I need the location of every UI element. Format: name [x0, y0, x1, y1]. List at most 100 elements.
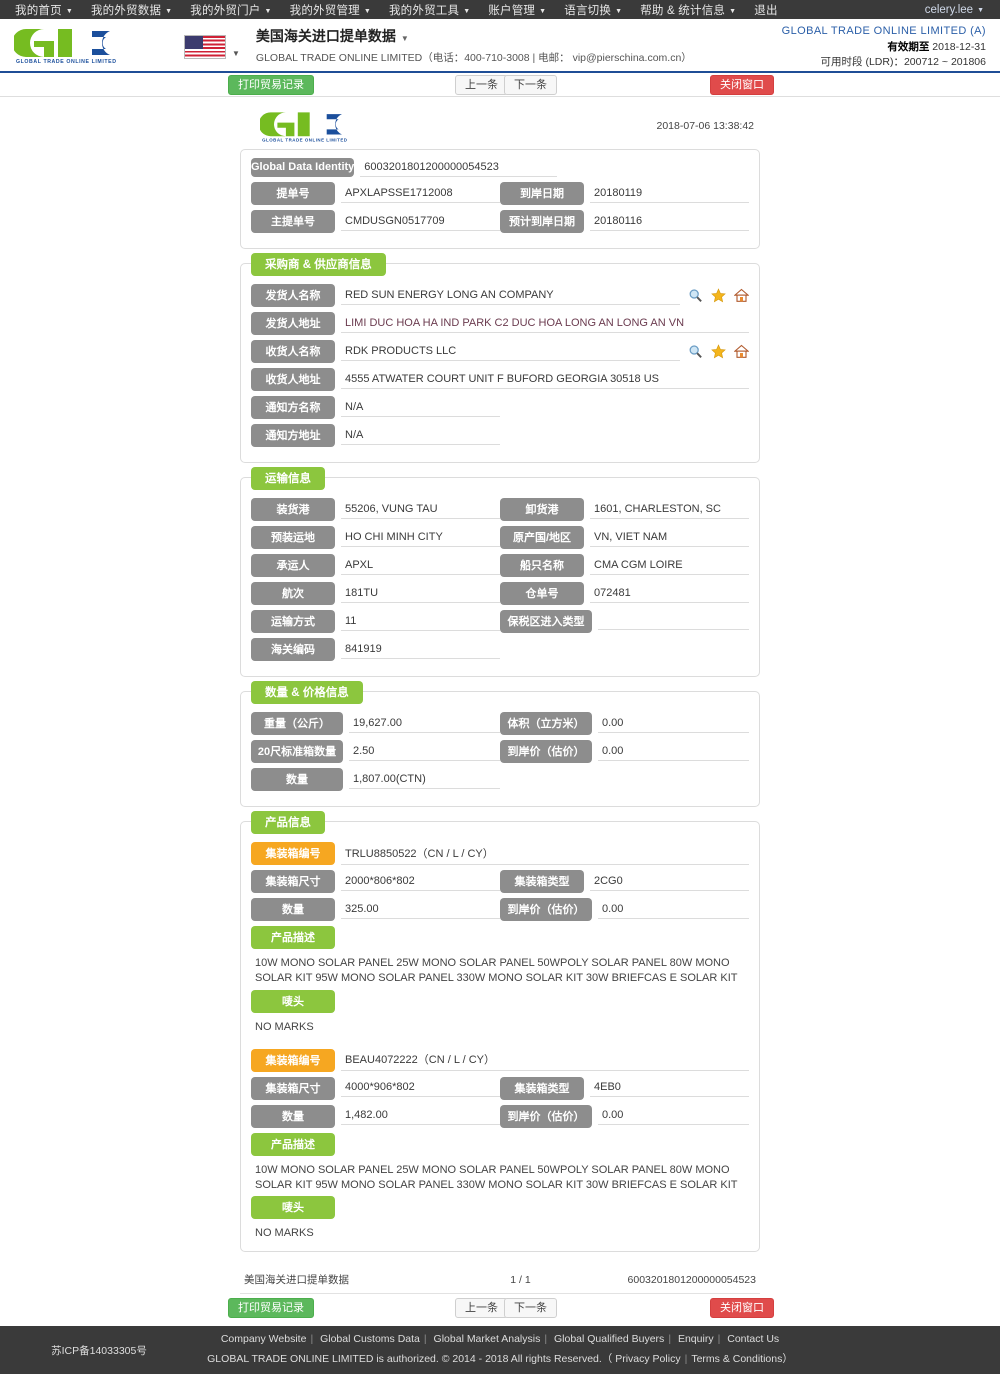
volume-label: 体积（立方米） [500, 712, 592, 735]
nav-item-language[interactable]: 语言切换 ▼ [555, 2, 631, 18]
cif-label: 到岸价（估价） [500, 740, 592, 763]
nav-item-trade-management[interactable]: 我的外贸管理 ▼ [281, 2, 380, 18]
footer-separator: | [684, 1353, 688, 1366]
top-navigation-bar: 我的首页 ▼ 我的外贸数据 ▼ 我的外贸门户 ▼ 我的外贸管理 ▼ 我的外贸工具 ▼ 账户… [0, 0, 1000, 19]
nav-item-trade-portal[interactable]: 我的外贸门户 ▼ [181, 2, 280, 18]
document-page-indicator: 1 / 1 [510, 1273, 531, 1286]
nav-label: 退出 [754, 4, 778, 17]
quantity-value: 1,807.00(CTN) [349, 771, 500, 789]
previous-record-button[interactable]: 上一条 [455, 1298, 508, 1319]
star-icon[interactable] [711, 288, 726, 303]
consignee-address-label: 收货人地址 [251, 368, 335, 391]
footer-links: Company Website | Global Customs Data | Gl… [184, 1330, 816, 1350]
footer-content: Company Website | Global Customs Data | Gl… [184, 1330, 816, 1370]
bill-no-label: 提单号 [251, 182, 335, 205]
icp-license: 苏ICP备14033305号 [51, 1344, 147, 1357]
footer-link-global-qualified-buyers[interactable]: Global Qualified Buyers [554, 1333, 664, 1345]
voyage-value: 181TU [341, 585, 500, 603]
parties-section-title: 采购商 & 供应商信息 [251, 253, 386, 276]
shipper-name-label: 发货人名称 [251, 284, 335, 307]
validity-value: 2018-12-31 [932, 40, 986, 53]
product-quantity-label: 数量 [251, 898, 335, 921]
footer-separator: | [310, 1333, 314, 1346]
arrival-date-label: 到岸日期 [500, 182, 584, 205]
copyright-text-post: ） [782, 1353, 793, 1366]
loading-port-value: 55206, VUNG TAU [341, 501, 500, 519]
container-size-label: 集装箱尺寸 [251, 870, 335, 893]
footer-link-enquiry[interactable]: Enquiry [678, 1333, 714, 1345]
bonded-entry-type-value [598, 613, 749, 630]
footer-separator: | [544, 1333, 548, 1346]
product-cif-value: 0.00 [598, 1107, 749, 1126]
search-icon[interactable] [688, 344, 703, 359]
us-flag-icon [184, 35, 226, 59]
pre-carriage-label: 预装运地 [251, 526, 335, 549]
print-trade-record-button[interactable]: 打印贸易记录 [228, 75, 314, 95]
brand-logo[interactable]: GLOBAL TRADE ONLINE LIMITED [14, 25, 164, 65]
carrier-label: 承运人 [251, 554, 335, 577]
shipper-address-value: LIMI DUC HOA HA IND PARK C2 DUC HOA LONG… [341, 315, 749, 333]
shipper-name-row: 发货人名称 RED SUN ENERGY LONG AN COMPANY [251, 284, 749, 307]
parties-panel: 采购商 & 供应商信息 发货人名称 RED SUN ENERGY LONG AN… [240, 253, 760, 463]
transport-mode-value: 11 [341, 613, 500, 631]
page-title[interactable]: 美国海关进口提单数据 ▼ [256, 26, 692, 46]
quantity-label: 数量 [251, 768, 343, 791]
product-marks-value: NO MARKS [255, 1227, 314, 1240]
container-no-label: 集装箱编号 [251, 1048, 335, 1072]
country-flag-selector[interactable]: ▼ [184, 31, 240, 59]
close-window-button[interactable]: 关闭窗口 [710, 1298, 774, 1319]
voyage-label: 航次 [251, 582, 335, 605]
chevron-down-icon: ▼ [400, 33, 409, 43]
nav-item-help-stats[interactable]: 帮助 & 统计信息 ▼ [631, 2, 745, 18]
notify-address-value: N/A [341, 427, 500, 445]
nav-label: 我的外贸门户 [190, 4, 261, 17]
previous-record-button[interactable]: 上一条 [455, 75, 508, 95]
star-icon[interactable] [711, 344, 726, 359]
gto-logo-icon: GLOBAL TRADE ONLINE LIMITED [14, 29, 116, 65]
product-description-label: 产品描述 [251, 1132, 335, 1156]
footer-separator: | [423, 1333, 427, 1346]
footer-link-privacy-policy[interactable]: Privacy Policy [615, 1353, 680, 1365]
nav-item-account[interactable]: 账户管理 ▼ [479, 2, 555, 18]
nav-item-trade-tools[interactable]: 我的外贸工具 ▼ [380, 2, 479, 18]
identity-row: Global Data Identity 6003201801200000054… [251, 158, 749, 177]
next-record-button[interactable]: 下一条 [504, 1298, 557, 1319]
warehouse-no-label: 仓单号 [500, 582, 584, 605]
home-icon[interactable] [734, 288, 749, 303]
notify-name-row: 通知方名称 N/A [251, 396, 749, 419]
next-record-button[interactable]: 下一条 [504, 75, 557, 95]
transport-row: 预装运地 HO CHI MINH CITY 原产国/地区 VN, VIET NAM [251, 526, 749, 549]
nav-item-home[interactable]: 我的首页 ▼ [6, 2, 82, 18]
consignee-name-row: 收货人名称 RDK PRODUCTS LLC [251, 340, 749, 363]
quantity-row: 数量 1,807.00(CTN) [251, 768, 749, 791]
master-bill-no-value: CMDUSGN0517709 [341, 213, 500, 231]
nav-label: 我的首页 [15, 4, 62, 17]
product-cif-label: 到岸价（估价） [500, 898, 592, 921]
nav-item-trade-data[interactable]: 我的外贸数据 ▼ [82, 2, 181, 18]
chevron-down-icon: ▼ [232, 49, 240, 58]
chevron-down-icon: ▼ [729, 7, 737, 15]
consignee-actions [688, 344, 749, 359]
print-trade-record-button[interactable]: 打印贸易记录 [228, 1298, 314, 1319]
eta-value: 20180116 [590, 213, 749, 231]
footer-link-company-website[interactable]: Company Website [221, 1333, 307, 1345]
footer-link-global-customs-data[interactable]: Global Customs Data [320, 1333, 420, 1345]
nav-item-logout[interactable]: 退出 [745, 2, 786, 18]
footer-link-global-market-analysis[interactable]: Global Market Analysis [434, 1333, 541, 1345]
user-menu[interactable]: celery.lee ▼ [925, 4, 994, 16]
nav-label: 账户管理 [488, 4, 536, 17]
user-name: celery.lee [924, 3, 974, 16]
close-window-button[interactable]: 关闭窗口 [710, 75, 774, 95]
account-info: GLOBAL TRADE ONLINE LIMITED (A) 有效期至 201… [782, 23, 986, 71]
identity-panel: Global Data Identity 6003201801200000054… [240, 149, 760, 249]
document-timestamp: 2018-07-06 13:38:42 [656, 120, 755, 132]
consignee-address-value: 4555 ATWATER COURT UNIT F BUFORD GEORGIA… [341, 371, 749, 389]
home-icon[interactable] [734, 344, 749, 359]
origin-country-label: 原产国/地区 [500, 526, 584, 549]
discharge-port-label: 卸货港 [500, 498, 584, 521]
products-panel: 产品信息 集装箱编号 TRLU8850522（CN / L / CY） 集装箱尺寸… [240, 811, 760, 1253]
document-bottom-divider [240, 1293, 760, 1295]
footer-link-terms[interactable]: Terms & Conditions [691, 1353, 782, 1365]
footer-link-contact-us[interactable]: Contact Us [727, 1333, 779, 1345]
search-icon[interactable] [688, 288, 703, 303]
